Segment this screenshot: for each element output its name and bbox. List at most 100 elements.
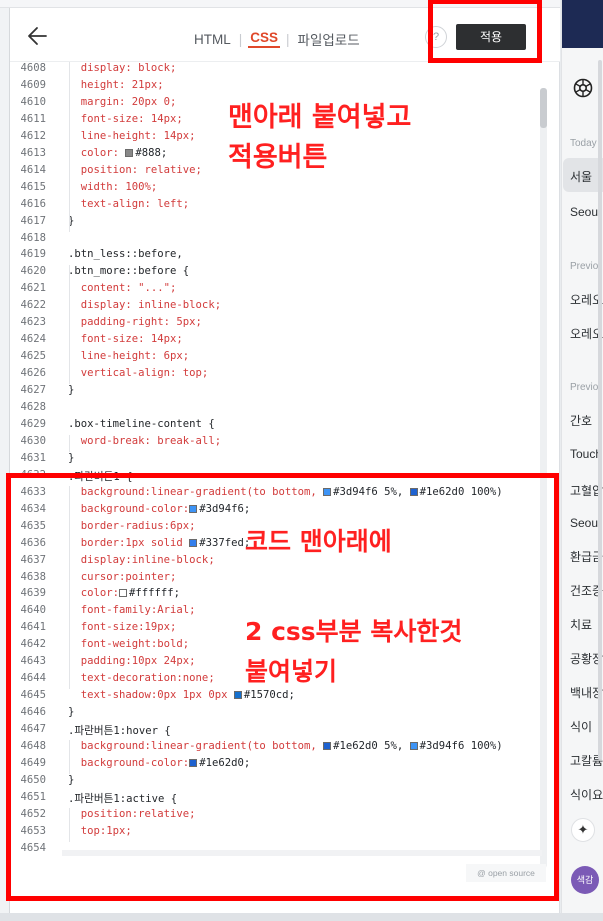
line-number: 4622 — [20, 299, 46, 312]
line-number: 4612 — [20, 129, 46, 142]
line-number: 4616 — [20, 197, 46, 210]
line-number: 4627 — [20, 384, 46, 397]
history-section-label: Previo — [570, 382, 599, 393]
line-number: 4626 — [20, 367, 46, 380]
code-line: font-size: 14px; — [68, 113, 183, 125]
line-number: 4620 — [20, 265, 46, 278]
scrollbar-thumb[interactable] — [540, 88, 547, 128]
code-line: word-break: break-all; — [68, 435, 221, 447]
code-line: text-align: left; — [68, 198, 189, 210]
code-text: } — [68, 451, 75, 464]
screen: HTML | CSS | 파일업로드 ? 적용 4608 display: bl… — [0, 0, 603, 921]
code-text: display: inline-block; — [68, 299, 222, 312]
tab-css[interactable]: CSS — [248, 30, 281, 48]
code-value: #888; — [135, 146, 168, 159]
code-line: font-size: 14px; — [68, 333, 183, 345]
line-number: 4611 — [20, 112, 46, 125]
chat-history-item[interactable]: 식이요 — [570, 786, 603, 803]
line-number: 4615 — [20, 180, 46, 193]
annotation-paste-copied-css: 2 css부분 복사한것 붙여넣기 — [245, 617, 463, 686]
annotation-box-apply — [428, 0, 542, 63]
line-number: 4619 — [20, 248, 46, 261]
code-text: word-break: break-all; — [68, 434, 222, 447]
code-line: content: "..."; — [68, 282, 177, 295]
code-text: width: 100%; — [68, 180, 158, 193]
line-number: 4621 — [20, 282, 46, 295]
indent-guide — [69, 434, 70, 452]
chat-history-item[interactable]: 간호 — [570, 412, 592, 429]
code-text: } — [68, 384, 75, 397]
annotation-bottom-of-code: 코드 맨아래에 — [245, 527, 392, 556]
code-line: } — [68, 384, 74, 396]
code-line: color: #888; — [68, 146, 168, 159]
line-number: 4617 — [20, 214, 46, 227]
chat-history-sidebar: Today 서울 Seoul Previo 오레오 오레오 Previo 간호 Touch 고… — [561, 0, 603, 921]
code-line: .btn_more::before { — [68, 265, 189, 277]
color-swatch[interactable] — [125, 148, 134, 157]
indent-guide — [69, 265, 70, 385]
code-text: position: relative; — [68, 163, 202, 176]
chat-history-item[interactable]: 치료 — [570, 616, 592, 633]
code-line: .box-timeline-content { — [68, 418, 215, 430]
code-text: content: "..."; — [68, 282, 177, 295]
line-number: 4630 — [20, 434, 46, 447]
line-number: 4614 — [20, 163, 46, 176]
avatar[interactable]: 색감 — [571, 866, 599, 894]
line-number: 4609 — [20, 78, 46, 91]
tab-divider: | — [238, 31, 243, 47]
sidebar-scrollbar[interactable] — [598, 60, 602, 760]
line-number: 4623 — [20, 316, 46, 329]
chat-history-item[interactable]: Seoul — [570, 205, 601, 219]
code-text: margin: 20px 0; — [68, 95, 177, 108]
indent-guide — [69, 62, 70, 232]
line-number: 4613 — [20, 146, 46, 159]
annotation-paste-then-apply: 맨아래 붙여넣고 적용버튼 — [228, 102, 412, 173]
back-button[interactable] — [24, 23, 52, 49]
line-number: 4624 — [20, 333, 46, 346]
code-text: font-size: 14px; — [68, 333, 183, 346]
code-text: vertical-align: top; — [68, 367, 209, 380]
line-number: 4628 — [20, 401, 46, 413]
code-line: position: relative; — [68, 164, 202, 176]
code-line: line-height: 14px; — [68, 130, 196, 142]
line-number: 4631 — [20, 451, 46, 464]
code-text: line-height: 6px; — [68, 350, 190, 363]
code-line: line-height: 6px; — [68, 350, 189, 362]
chat-history-item[interactable]: 식이 — [570, 718, 592, 735]
tab-file-upload[interactable]: 파일업로드 — [296, 29, 362, 49]
code-text: line-height: 14px; — [68, 129, 196, 142]
line-number: 4618 — [20, 231, 46, 244]
code-text: .box-timeline-content { — [68, 417, 215, 430]
code-line: .btn_less::before, — [68, 248, 183, 260]
line-number: 4610 — [20, 95, 46, 108]
code-line: vertical-align: top; — [68, 367, 209, 380]
code-text: .btn_more::before { — [68, 265, 190, 278]
code-text: padding-right: 5px; — [68, 316, 202, 329]
line-number: 4608 — [20, 62, 46, 74]
arrow-left-icon — [28, 27, 47, 45]
editor-tabs: HTML | CSS | 파일업로드 — [192, 29, 362, 49]
tab-divider: | — [286, 31, 290, 47]
code-text: text-align: left; — [68, 197, 190, 210]
code-text: font-size: 14px; — [68, 112, 183, 125]
code-line: height: 21px; — [68, 79, 164, 91]
sidebar-header-bar — [562, 0, 603, 48]
code-text: .btn_less::before, — [68, 248, 183, 261]
code-line: padding-right: 5px; — [68, 316, 202, 328]
code-line: } — [68, 452, 74, 464]
code-text: height: 21px; — [68, 78, 164, 91]
code-line: width: 100%; — [68, 180, 158, 193]
code-line: margin: 20px 0; — [68, 95, 177, 108]
line-number: 4625 — [20, 350, 46, 363]
tab-html[interactable]: HTML — [192, 32, 233, 47]
code-text: display: block; — [68, 62, 177, 74]
chat-history-item[interactable]: Seoul — [570, 516, 601, 530]
chat-history-item[interactable]: 서울 — [570, 168, 592, 185]
history-section-label: Previo — [570, 261, 599, 272]
code-line: display: inline-block; — [68, 299, 221, 311]
code-text: color: — [68, 146, 126, 159]
taskbar-edge — [0, 913, 603, 921]
history-section-label: Today — [570, 138, 597, 149]
chatgpt-logo-icon[interactable] — [571, 76, 595, 100]
sparkle-icon[interactable]: ✦ — [571, 818, 595, 842]
